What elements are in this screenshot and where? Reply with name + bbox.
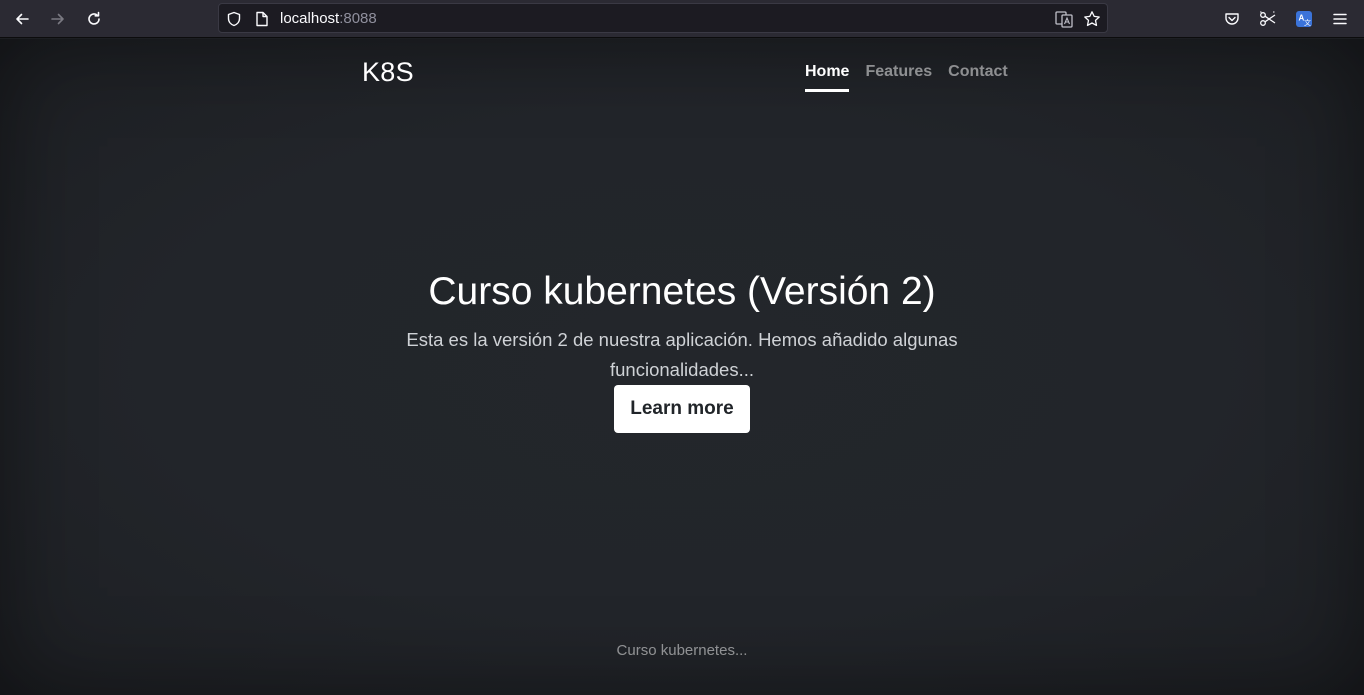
hero-section: Curso kubernetes (Versión 2) Esta es la …	[382, 267, 982, 433]
back-button[interactable]	[8, 5, 36, 33]
nav-link-home[interactable]: Home	[805, 61, 850, 92]
main-nav: Home Features Contact	[805, 61, 1008, 92]
hero-lead: Esta es la versión 2 de nuestra aplicaci…	[406, 329, 958, 380]
shield-icon[interactable]	[225, 10, 243, 28]
forward-arrow-icon	[50, 11, 66, 27]
translate-icon[interactable]	[1055, 10, 1073, 28]
url-host: localhost	[280, 10, 340, 27]
reload-button[interactable]	[80, 5, 108, 33]
url-port: :8088	[339, 10, 377, 27]
forward-button[interactable]	[44, 5, 72, 33]
url-text[interactable]: localhost:8088	[280, 10, 377, 28]
hamburger-menu-icon	[1332, 11, 1348, 27]
star-icon[interactable]	[1083, 10, 1101, 28]
scissors-icon	[1259, 11, 1277, 27]
reload-icon	[86, 11, 102, 27]
address-bar[interactable]: localhost:8088	[218, 3, 1108, 33]
nav-link-features[interactable]: Features	[865, 61, 932, 92]
page-viewport: K8S Home Features Contact Curso kubernet…	[0, 39, 1364, 695]
menu-button[interactable]	[1326, 5, 1354, 33]
translate-extension-icon: A文	[1295, 10, 1313, 28]
back-arrow-icon	[14, 11, 30, 27]
svg-text:文: 文	[1304, 18, 1311, 27]
screenshot-button[interactable]	[1254, 5, 1282, 33]
nav-link-contact[interactable]: Contact	[948, 61, 1008, 92]
browser-toolbar: localhost:8088 A文	[0, 0, 1364, 38]
translate-extension-button[interactable]: A文	[1290, 5, 1318, 33]
pocket-icon	[1224, 11, 1240, 27]
page-icon[interactable]	[253, 10, 271, 28]
learn-more-button[interactable]: Learn more	[614, 385, 750, 433]
site-brand[interactable]: K8S	[362, 55, 414, 89]
pocket-button[interactable]	[1218, 5, 1246, 33]
hero-title: Curso kubernetes (Versión 2)	[428, 270, 936, 313]
footer-text: Curso kubernetes...	[616, 642, 748, 659]
